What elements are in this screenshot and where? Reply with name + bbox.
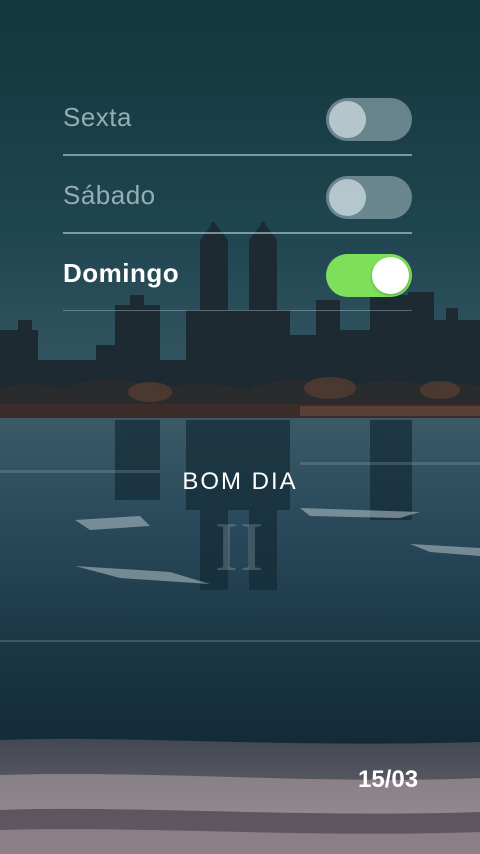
toggle-knob xyxy=(329,179,366,216)
day-toggle-list: Sexta Sábado Domingo xyxy=(63,78,412,311)
day-row-sexta: Sexta xyxy=(63,78,412,156)
day-row-domingo: Domingo xyxy=(63,234,412,311)
toggle-knob xyxy=(372,257,409,294)
greeting-text: BOM DIA xyxy=(182,468,298,495)
toggle-knob xyxy=(329,101,366,138)
day-label: Domingo xyxy=(63,258,180,288)
toggle-domingo[interactable] xyxy=(326,254,412,297)
day-label: Sexta xyxy=(63,102,132,132)
date-label: 15/03 xyxy=(358,766,419,793)
roman-numeral-watermark: II xyxy=(214,509,266,586)
day-label: Sábado xyxy=(63,180,156,210)
toggle-sabado[interactable] xyxy=(326,176,412,219)
day-row-sabado: Sábado xyxy=(63,156,412,234)
toggle-sexta[interactable] xyxy=(326,98,412,141)
